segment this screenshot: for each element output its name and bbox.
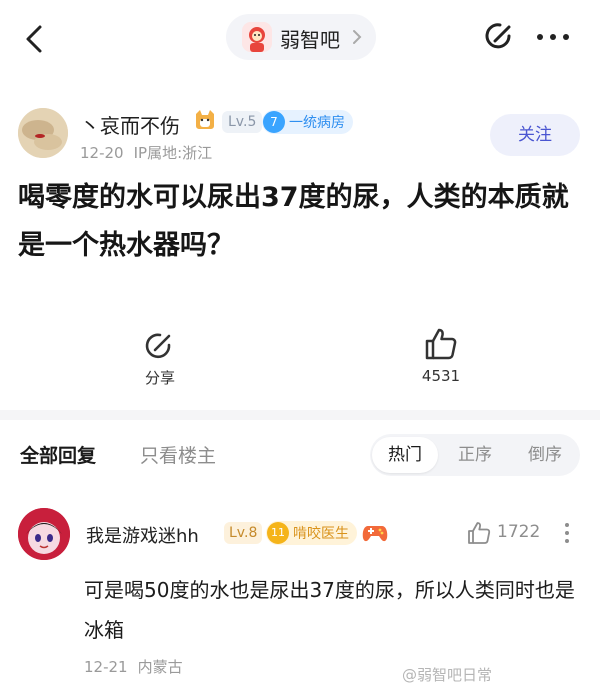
follow-button[interactable]: 关注 [490, 114, 580, 156]
more-icon[interactable] [534, 24, 572, 50]
reply-more-icon[interactable] [562, 519, 572, 547]
post-date: 12-20 [80, 144, 124, 162]
level-badge: Lv.5 [222, 111, 263, 133]
post-meta: 12-20 IP属地:浙江 [80, 142, 222, 163]
like-count: 4531 [421, 367, 461, 385]
reply-text: 可是喝50度的水也是尿出37度的尿，所以人类同时也是冰箱 [84, 578, 575, 642]
thumbs-up-icon[interactable] [423, 326, 459, 362]
chevron-right-icon [350, 29, 364, 45]
cat-icon [193, 108, 217, 132]
tab-op-only[interactable]: 只看楼主 [140, 441, 216, 468]
forum-name: 弱智吧 [280, 28, 340, 52]
section-divider [0, 410, 600, 420]
post-ip: IP属地:浙江 [133, 144, 213, 162]
watermark: @弱智吧日常 [402, 666, 493, 684]
share-label[interactable]: 分享 [143, 367, 177, 388]
sort-hot[interactable]: 热门 [370, 434, 440, 476]
reply-like-count: 1722 [497, 522, 541, 542]
forum-pill[interactable]: 弱智吧 [226, 14, 376, 60]
forum-avatar [242, 22, 272, 52]
reply-honor-badge: 11 啃咬医生 [266, 521, 357, 545]
sort-descending[interactable]: 倒序 [510, 434, 580, 476]
reply-honor-level: 11 [267, 522, 289, 544]
reply-thumbs-up-icon[interactable] [466, 520, 492, 546]
reply-location: 内蒙古 [137, 658, 183, 676]
tab-all-replies[interactable]: 全部回复 [20, 441, 96, 468]
sort-ascending[interactable]: 正序 [440, 434, 510, 476]
gamepad-icon [362, 522, 388, 544]
honor-badge: 7 一统病房 [262, 110, 353, 134]
reply-level-badge: Lv.8 [224, 522, 263, 544]
honor-level: 7 [263, 111, 285, 133]
edit-icon[interactable] [482, 20, 516, 54]
post-title: 喝零度的水可以尿出37度的尿，人类的本质就是一个热水器吗？ [18, 182, 569, 261]
reply-username[interactable]: 我是游戏迷hh [86, 522, 199, 548]
reply-avatar[interactable] [18, 508, 70, 560]
reply-date: 12-21 [84, 658, 128, 676]
author-name[interactable]: 丶哀而不伤 [80, 110, 180, 139]
share-icon[interactable] [143, 330, 175, 362]
sort-toggle: 热门 正序 倒序 [370, 434, 580, 476]
back-icon[interactable] [18, 22, 52, 56]
author-avatar[interactable] [18, 108, 68, 158]
reply-meta: 12-21 内蒙古 [84, 656, 193, 677]
reply-honor-title: 啃咬医生 [293, 526, 349, 542]
honor-title: 一统病房 [289, 115, 345, 131]
